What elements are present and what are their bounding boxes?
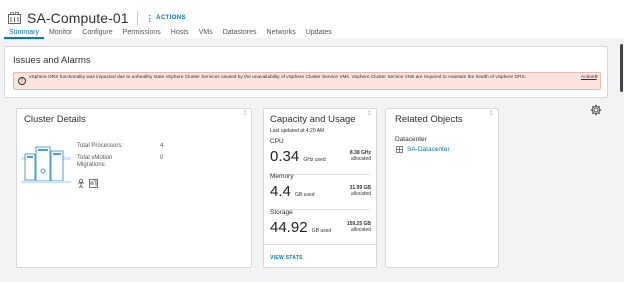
storage-allocated: 159.25 GB allocated [347,221,371,233]
capacity-title: Capacity and Usage [270,114,356,125]
view-stats-link[interactable]: VIEW STATS [270,255,303,261]
drag-handle-icon[interactable]: ⁞⁞ [368,111,371,117]
cluster-details-title: Cluster Details [24,114,86,125]
gear-icon[interactable] [590,104,602,116]
storage-label: Storage [270,209,293,216]
memory-allocated-label: allocated [350,191,371,197]
header: SA-Compute-01 ⋮ ACTIONS Summary Monitor … [0,0,624,40]
page-title: SA-Compute-01 [27,10,129,26]
datacenter-label: Datacenter [395,136,427,143]
cpu-allocated-label: allocated [350,156,371,162]
tab-datastores[interactable]: Datastores [218,28,262,39]
capacity-usage-card: Capacity and Usage ⁞⁞ Last updated at 4:… [263,108,377,268]
tab-bar: Summary Monitor Configure Permissions Ho… [4,28,337,40]
storage-used-value: 44.92 [270,219,308,236]
cpu-used-value: 0.34 [270,148,300,165]
last-updated: Last updated at 4:20 AM [270,128,325,134]
tab-monitor[interactable]: Monitor [44,28,77,39]
cluster-icon [8,12,21,24]
memory-used-value: 4.4 [270,183,291,200]
exclamation-circle-icon: ! [18,77,26,85]
actions-label: ACTIONS [156,15,186,21]
datacenter-icon [396,146,403,153]
tab-updates[interactable]: Updates [301,28,337,39]
drag-handle-icon[interactable]: ⁞⁞ [490,111,493,117]
datacenter-name[interactable]: SA-Datacenter [407,146,450,153]
total-vmotion-value: 0 [160,155,164,161]
chevron-down-icon[interactable]: ˅ [595,74,598,80]
tab-networks[interactable]: Networks [262,28,301,39]
storage-allocated-label: allocated [350,227,371,233]
cpu-label: CPU [270,138,284,145]
cpu-metric: CPU 0.34 GHz used 8.38 GHz allocated [264,138,376,175]
ha-icon [89,179,98,188]
total-vmotion-label: Total vMotion Migrations: [77,155,113,168]
cpu-allocated: 8.38 GHz allocated [350,150,371,162]
memory-allocated: 31.99 GB allocated [350,185,371,197]
storage-used: 44.92 GB used [270,219,331,236]
issues-title: Issues and Alarms [13,55,91,66]
drag-handle-icon[interactable]: ⁞⁞ [244,111,247,117]
cluster-details-card: Cluster Details ⁞⁞ Total Processors: 4 T… [16,108,252,268]
memory-used: 4.4 GB used [270,183,315,200]
vertical-dots-icon: ⋮ [145,13,155,23]
storage-metric: Storage 44.92 GB used 159.25 GB allocated [264,209,376,243]
tab-summary[interactable]: Summary [4,28,44,39]
drs-icon [78,179,84,188]
title-divider [136,11,138,25]
memory-used-unit: GB used [295,192,315,198]
scrollbar-thumb[interactable] [620,44,623,92]
alert-banner: ! vSphere DRS functionality was impacted… [13,72,601,90]
total-processors-label: Total Processors: [77,143,124,149]
actions-button[interactable]: ⋮ ACTIONS [146,14,186,23]
datacenter-link[interactable]: SA-Datacenter [396,146,450,153]
cpu-used-unit: GHz used [303,157,326,163]
cpu-used: 0.34 GHz used [270,148,326,165]
tab-configure[interactable]: Configure [77,28,117,39]
memory-metric: Memory 4.4 GB used 31.99 GB allocated [264,173,376,210]
footer-divider [264,244,376,245]
issues-alarms-card: Issues and Alarms ! vSphere DRS function… [4,46,608,98]
cluster-servers-icon [21,146,71,183]
memory-label: Memory [270,173,294,180]
total-processors-value: 4 [160,143,164,149]
storage-used-unit: GB used [311,228,332,234]
related-objects-title: Related Objects [395,114,463,125]
tab-permissions[interactable]: Permissions [118,28,166,39]
tab-hosts[interactable]: Hosts [166,28,194,39]
alert-text: vSphere DRS functionality was impacted d… [29,75,526,80]
title-row: SA-Compute-01 ⋮ ACTIONS [8,10,186,26]
related-objects-card: Related Objects ⁞⁞ Datacenter SA-Datacen… [385,108,499,268]
tab-vms[interactable]: VMs [194,28,218,39]
